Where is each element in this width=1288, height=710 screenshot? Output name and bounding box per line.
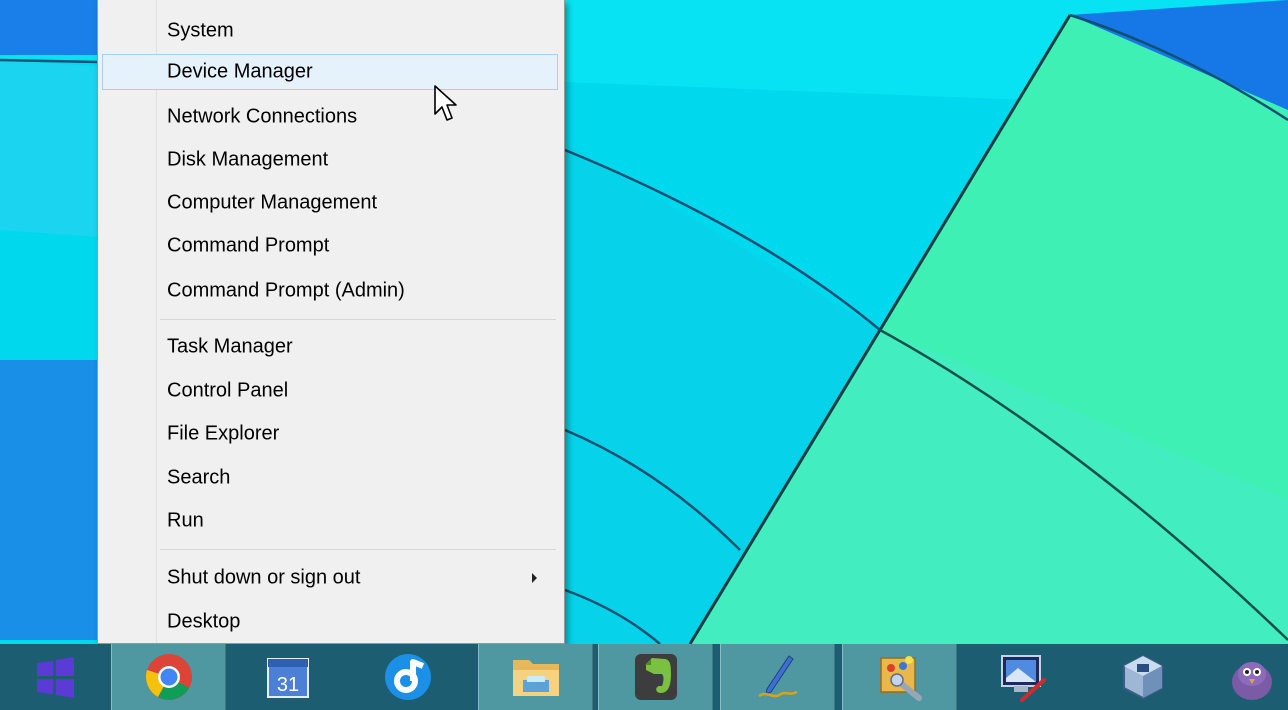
menu-item-label: Run	[167, 509, 204, 532]
menu-item-label: Shut down or sign out	[167, 566, 361, 589]
menu-item-label: Network Connections	[167, 105, 358, 128]
start-button[interactable]	[0, 644, 110, 710]
menu-gutter	[156, 0, 157, 643]
menu-item-desktop[interactable]: Desktop	[102, 604, 558, 640]
taskbar-item-pidgin[interactable]	[1205, 644, 1288, 710]
menu-item-label: Search	[167, 466, 231, 489]
menu-item-system[interactable]: System	[102, 13, 558, 49]
remote-desktop-icon	[1000, 655, 1046, 702]
virtualbox-icon	[1122, 654, 1163, 700]
menu-item-shut-down-or-sign-out[interactable]: Shut down or sign out	[102, 560, 558, 596]
taskbar-item-chrome[interactable]	[111, 644, 226, 710]
menu-item-search[interactable]: Search	[102, 460, 558, 496]
taskbar-item-remote-desktop[interactable]	[965, 644, 1080, 710]
menu-item-network-connections[interactable]: Network Connections	[102, 99, 558, 135]
menu-item-computer-management[interactable]: Computer Management	[102, 185, 558, 221]
file-explorer-icon	[512, 660, 559, 696]
menu-item-device-manager[interactable]: Device Manager	[102, 54, 558, 90]
menu-item-run[interactable]: Run	[102, 503, 558, 539]
taskbar-item-calendar[interactable]: 31	[230, 644, 345, 710]
taskbar-item-file-explorer[interactable]	[478, 644, 593, 710]
menu-item-label: Command Prompt (Admin)	[167, 279, 405, 302]
menu-item-label: Desktop	[167, 610, 241, 633]
menu-item-label: Task Manager	[167, 335, 293, 358]
taskbar-item-evernote[interactable]	[598, 644, 713, 710]
menu-item-label: Command Prompt	[167, 234, 330, 257]
calendar-icon: 31	[266, 658, 309, 698]
pen-app-icon	[757, 655, 798, 698]
menu-item-control-panel[interactable]: Control Panel	[102, 373, 558, 409]
menu-item-label: File Explorer	[167, 422, 280, 445]
menu-item-task-manager[interactable]: Task Manager	[102, 329, 558, 365]
taskbar-item-rdio[interactable]	[350, 644, 465, 710]
chrome-icon	[145, 654, 192, 700]
menu-separator	[160, 549, 556, 550]
menu-item-command-prompt[interactable]: Command Prompt	[102, 228, 558, 264]
windows-logo-icon	[37, 657, 74, 698]
menu-item-label: Device Manager	[167, 60, 313, 83]
taskbar-item-paint-app[interactable]	[842, 644, 957, 710]
mouse-pointer-icon	[434, 85, 457, 121]
taskbar-item-virtualbox[interactable]	[1085, 644, 1200, 710]
pidgin-icon	[1231, 662, 1272, 700]
menu-item-label: Control Panel	[167, 379, 289, 402]
menu-item-disk-management[interactable]: Disk Management	[102, 142, 558, 178]
calendar-date-label: 31	[276, 674, 298, 696]
taskbar-item-pen-app[interactable]	[720, 644, 835, 710]
rdio-icon	[384, 654, 431, 700]
taskbar: 31	[0, 644, 1288, 710]
submenu-arrow-icon	[532, 573, 537, 583]
menu-item-label: Computer Management	[167, 191, 378, 214]
menu-item-file-explorer[interactable]: File Explorer	[102, 416, 558, 452]
evernote-icon	[634, 654, 677, 700]
menu-item-label: System	[167, 19, 234, 42]
menu-item-label: Disk Management	[167, 148, 329, 171]
winx-context-menu: System Device Manager Network Connection…	[97, 0, 565, 644]
paint-app-icon	[879, 656, 922, 701]
menu-item-command-prompt-admin[interactable]: Command Prompt (Admin)	[102, 273, 558, 309]
menu-separator	[160, 319, 556, 320]
